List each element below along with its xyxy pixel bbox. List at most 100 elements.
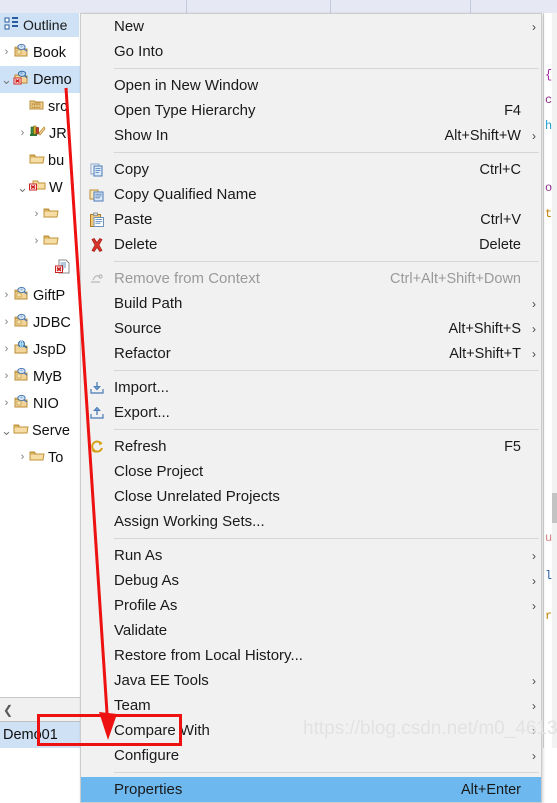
menu-item-restore-from-local-history[interactable]: Restore from Local History... — [81, 643, 541, 668]
menu-item-label: Copy Qualified Name — [114, 186, 257, 203]
menu-item-run-as[interactable]: Run As › — [81, 543, 541, 568]
tree-item-label: src — [48, 98, 68, 115]
tree-item[interactable]: › — [0, 201, 80, 228]
java-project-icon — [13, 286, 30, 306]
refresh-icon — [81, 439, 112, 455]
project-tree[interactable]: › Book ⌄ Demo src › JR bu ⌄ W › › › GiftP › JDBC › JspD › M… — [0, 39, 80, 471]
tree-item[interactable]: › — [0, 228, 80, 255]
chevron-right-icon[interactable]: › — [0, 290, 13, 301]
view-tab-outline[interactable]: Outline — [0, 13, 79, 37]
context-menu[interactable]: New › Go Into Open in New Window Open Type H… — [80, 13, 542, 803]
tree-item[interactable]: › MyB — [0, 363, 80, 390]
tree-item[interactable]: ⌄ W — [0, 174, 80, 201]
menu-item-import[interactable]: Import... — [81, 375, 541, 400]
chevron-right-icon[interactable]: › — [30, 236, 43, 247]
menu-item-close-unrelated-projects[interactable]: Close Unrelated Projects — [81, 484, 541, 509]
editor-area-sliver: { c h o t u l r — [540, 13, 557, 748]
menu-item-properties[interactable]: Properties Alt+Enter — [81, 777, 541, 802]
menu-item-source[interactable]: Source Alt+Shift+S › — [81, 316, 541, 341]
menu-item-new[interactable]: New › — [81, 14, 541, 39]
menu-item-java-ee-tools[interactable]: Java EE Tools › — [81, 668, 541, 693]
menu-item-accelerator: F5 — [504, 438, 521, 455]
menu-item-build-path[interactable]: Build Path › — [81, 291, 541, 316]
menu-item-copy-qualified-name[interactable]: Copy Qualified Name — [81, 182, 541, 207]
editor-tab-strip — [0, 0, 557, 14]
paste-icon — [81, 212, 112, 228]
menu-item-profile-as[interactable]: Profile As › — [81, 593, 541, 618]
tree-item[interactable] — [0, 255, 80, 282]
menu-item-go-into[interactable]: Go Into — [81, 39, 541, 64]
file-error-icon — [55, 259, 71, 279]
chevron-left-icon[interactable]: ❮ — [3, 703, 13, 717]
scrollbar-thumb[interactable] — [552, 493, 557, 523]
tree-item[interactable]: ⌄ Serve — [0, 417, 80, 444]
menu-item-team[interactable]: Team › — [81, 693, 541, 718]
copy-icon — [81, 162, 112, 178]
view-horizontal-scrollbar[interactable]: ❮ — [0, 697, 80, 721]
tree-item[interactable]: › JR — [0, 120, 80, 147]
tree-item[interactable]: › JspD — [0, 336, 80, 363]
chevron-down-icon[interactable]: ⌄ — [16, 181, 29, 194]
menu-item-compare-with[interactable]: Compare With › — [81, 718, 541, 743]
menu-item-export[interactable]: Export... — [81, 400, 541, 425]
web-project-icon — [13, 339, 30, 360]
tree-item-label: bu — [48, 152, 65, 169]
tree-item[interactable]: ⌄ Demo — [0, 66, 80, 93]
menu-item-open-in-new-window[interactable]: Open in New Window — [81, 73, 541, 98]
menu-item-label: Close Unrelated Projects — [114, 488, 280, 505]
menu-item-label: Go Into — [114, 43, 164, 60]
tree-item[interactable]: › NIO — [0, 390, 80, 417]
tree-item-label: Demo — [33, 71, 72, 88]
chevron-down-icon[interactable]: ⌄ — [0, 424, 13, 437]
menu-item-copy[interactable]: Copy Ctrl+C — [81, 157, 541, 182]
menu-item-delete[interactable]: Delete Delete — [81, 232, 541, 257]
project-explorer-view: Outline › Book ⌄ Demo src › JR bu ⌄ W › › › GiftP › JDB… — [0, 13, 81, 748]
menu-item-label: Copy — [114, 161, 150, 178]
chevron-right-icon[interactable]: › — [0, 398, 13, 409]
menu-item-accelerator: Ctrl+Alt+Shift+Down — [390, 270, 521, 287]
chevron-right-icon[interactable]: › — [30, 209, 43, 220]
chevron-down-icon[interactable]: ⌄ — [0, 73, 13, 86]
menu-item-configure[interactable]: Configure › — [81, 743, 541, 768]
tree-item[interactable]: bu — [0, 147, 80, 174]
menu-item-remove-from-context: Remove from Context Ctrl+Alt+Shift+Down — [81, 266, 541, 291]
menu-item-close-project[interactable]: Close Project — [81, 459, 541, 484]
editor-vertical-scrollbar[interactable] — [552, 13, 557, 748]
view-tab-label: Outline — [23, 17, 68, 33]
submenu-chevron-icon: › — [532, 19, 536, 34]
chevron-right-icon[interactable]: › — [0, 317, 13, 328]
menu-item-refresh[interactable]: Refresh F5 — [81, 434, 541, 459]
menu-item-assign-working-sets[interactable]: Assign Working Sets... — [81, 509, 541, 534]
menu-item-refactor[interactable]: Refactor Alt+Shift+T › — [81, 341, 541, 366]
menu-item-label: Import... — [114, 379, 170, 396]
menu-item-accelerator: Alt+Shift+T — [449, 345, 521, 362]
chevron-right-icon[interactable]: › — [0, 371, 13, 382]
folder-icon — [43, 205, 59, 224]
chevron-right-icon[interactable]: › — [0, 344, 13, 355]
menu-item-show-in[interactable]: Show In Alt+Shift+W › — [81, 123, 541, 148]
java-project-icon — [13, 367, 30, 387]
tree-item-label: W — [49, 179, 63, 196]
menu-item-accelerator: F4 — [504, 102, 521, 119]
menu-separator — [114, 370, 539, 371]
folder-icon — [29, 448, 45, 467]
menu-item-accelerator: Ctrl+C — [479, 161, 522, 178]
tree-item[interactable]: › JDBC — [0, 309, 80, 336]
chevron-right-icon[interactable]: › — [0, 47, 13, 58]
menu-item-paste[interactable]: Paste Ctrl+V — [81, 207, 541, 232]
chevron-right-icon[interactable]: › — [16, 452, 29, 463]
tree-item[interactable]: › GiftP — [0, 282, 80, 309]
tree-item[interactable]: › To — [0, 444, 80, 471]
menu-item-validate[interactable]: Validate — [81, 618, 541, 643]
tree-item[interactable]: › Book — [0, 39, 80, 66]
menu-item-label: Team — [114, 697, 151, 714]
submenu-chevron-icon: › — [532, 296, 536, 311]
folder-icon — [43, 232, 59, 251]
copy-qualified-icon — [81, 187, 112, 203]
menu-item-label: Remove from Context — [114, 270, 260, 287]
tree-item[interactable]: src — [0, 93, 80, 120]
status-bar-label: Demo01 — [3, 727, 58, 743]
menu-item-open-type-hierarchy[interactable]: Open Type Hierarchy F4 — [81, 98, 541, 123]
menu-item-debug-as[interactable]: Debug As › — [81, 568, 541, 593]
chevron-right-icon[interactable]: › — [16, 128, 29, 139]
